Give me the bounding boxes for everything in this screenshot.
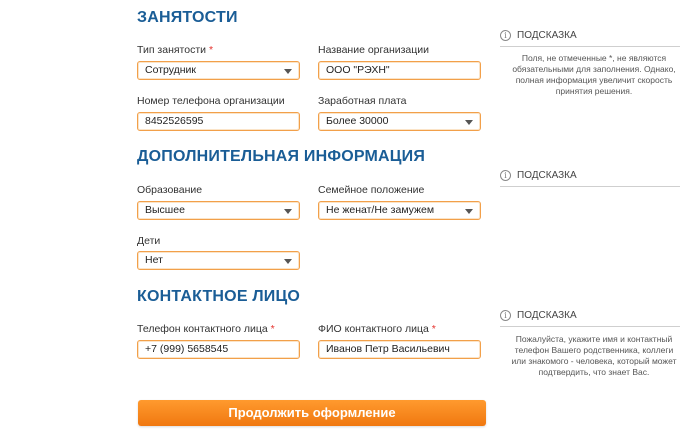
required-mark: *	[270, 323, 275, 335]
hint-title-1: i ПОДСКАЗКА	[500, 30, 577, 41]
section-heading-employment: ЗАНЯТОСТИ	[137, 9, 238, 26]
organization-name-label: Название организации	[318, 44, 430, 56]
organization-name-input[interactable]: ООО "РЭХН"	[318, 61, 481, 80]
hint-title-3: i ПОДСКАЗКА	[500, 310, 577, 321]
chevron-down-icon	[284, 259, 292, 264]
hint-text-3: Пожалуйста, укажите имя и контактный тел…	[511, 334, 677, 377]
required-mark: *	[431, 323, 436, 335]
chevron-down-icon	[465, 209, 473, 214]
children-select[interactable]: Нет	[137, 251, 300, 270]
continue-button[interactable]: Продолжить оформление	[138, 400, 486, 426]
education-select[interactable]: Высшее	[137, 201, 300, 220]
family-status-label: Семейное положение	[318, 184, 425, 196]
employment-type-select[interactable]: Сотрудник	[137, 61, 300, 80]
chevron-down-icon	[284, 209, 292, 214]
education-label: Образование	[137, 184, 203, 196]
hint-text-1: Поля, не отмеченные *, не являются обяза…	[512, 53, 676, 96]
hint-title-2: i ПОДСКАЗКА	[500, 170, 577, 181]
contact-phone-input[interactable]: +7 (999) 5658545	[137, 340, 300, 359]
organization-phone-label: Номер телефона организации	[137, 95, 285, 107]
organization-phone-input[interactable]: 8452526595	[137, 112, 300, 131]
section-heading-additional: ДОПОЛНИТЕЛЬНАЯ ИНФОРМАЦИЯ	[137, 148, 426, 165]
chevron-down-icon	[465, 120, 473, 125]
info-icon: i	[500, 30, 511, 41]
required-mark: *	[208, 44, 214, 56]
hint-divider	[500, 46, 680, 47]
hint-divider	[500, 186, 680, 187]
info-icon: i	[500, 310, 511, 321]
chevron-down-icon	[284, 69, 292, 74]
hint-divider	[500, 326, 680, 327]
employment-type-label: Тип занятости *	[137, 44, 214, 56]
info-icon: i	[500, 170, 511, 181]
contact-name-label: ФИО контактного лица *	[318, 323, 436, 335]
contact-name-input[interactable]: Иванов Петр Васильевич	[318, 340, 481, 359]
contact-phone-label: Телефон контактного лица *	[137, 323, 275, 335]
salary-select[interactable]: Более 30000	[318, 112, 481, 131]
section-heading-contact: КОНТАКТНОЕ ЛИЦО	[137, 288, 300, 305]
family-status-select[interactable]: Не женат/Не замужем	[318, 201, 481, 220]
children-label: Дети	[137, 235, 161, 247]
salary-label: Заработная плата	[318, 95, 407, 107]
